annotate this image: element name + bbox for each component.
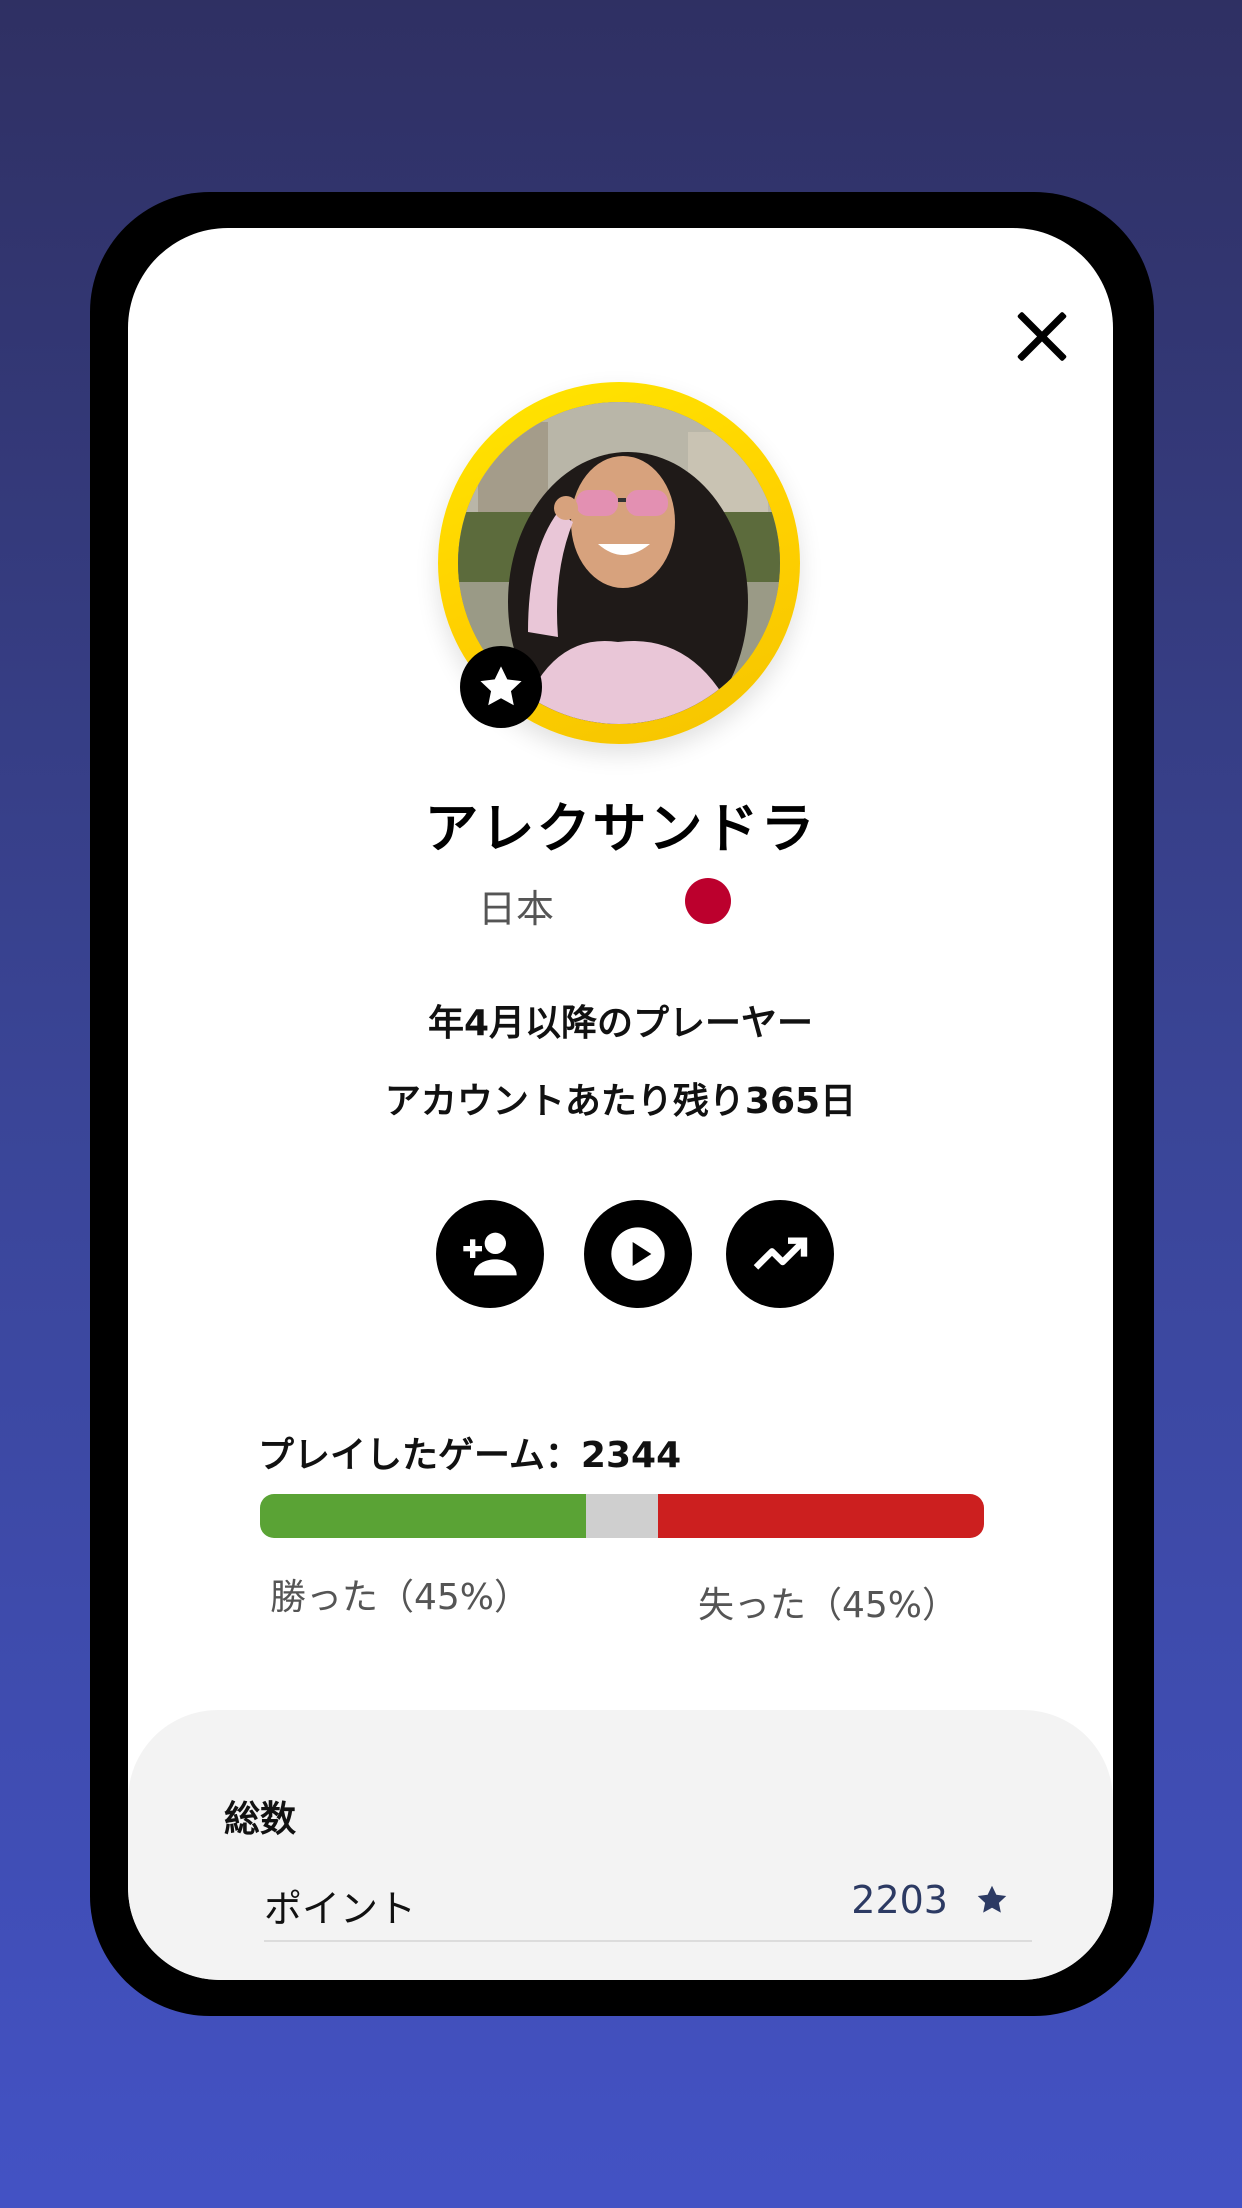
- lost-segment: [658, 1494, 984, 1538]
- player-since: 年4月以降のプレーヤー: [427, 1003, 814, 1044]
- country-label: 日本: [478, 887, 555, 931]
- stat-value: 2203: [851, 1878, 948, 1922]
- trending-up-icon: [753, 1237, 808, 1270]
- close-button[interactable]: [1016, 310, 1068, 362]
- totals-panel: 総数 ポイント 2203: [128, 1710, 1113, 1980]
- totals-title: 総数: [224, 1799, 297, 1840]
- stat-row-next: [264, 1946, 1032, 1980]
- account-remaining: アカウントあたり残り365日: [384, 1081, 857, 1122]
- star-badge: [460, 646, 542, 728]
- star-icon: [480, 666, 522, 706]
- draw-segment: [585, 1494, 659, 1538]
- stat-label: ポイント: [264, 1887, 417, 1931]
- play-button[interactable]: [584, 1200, 692, 1308]
- won-label: 勝った（45%）: [270, 1577, 531, 1618]
- play-icon: [611, 1227, 665, 1281]
- games-played: プレイしたゲーム：2344: [258, 1435, 682, 1476]
- profile-screen: アレクサンドラ 日本 年4月以降のプレーヤー アカウントあたり残り365日 プレ…: [128, 228, 1113, 1980]
- player-name: アレクサンドラ: [424, 797, 817, 860]
- win-loss-bar: [260, 1494, 984, 1538]
- flag-icon: [685, 878, 731, 924]
- add-friend-button[interactable]: [436, 1200, 544, 1308]
- stat-row-points: ポイント 2203: [264, 1860, 1032, 1942]
- lost-label: 失った（45%）: [698, 1585, 959, 1626]
- stats-button[interactable]: [726, 1200, 834, 1308]
- add-friend-icon: [463, 1232, 517, 1276]
- star-icon: [977, 1885, 1007, 1913]
- won-segment: [260, 1494, 586, 1538]
- phone-frame: アレクサンドラ 日本 年4月以降のプレーヤー アカウントあたり残り365日 プレ…: [90, 192, 1154, 2016]
